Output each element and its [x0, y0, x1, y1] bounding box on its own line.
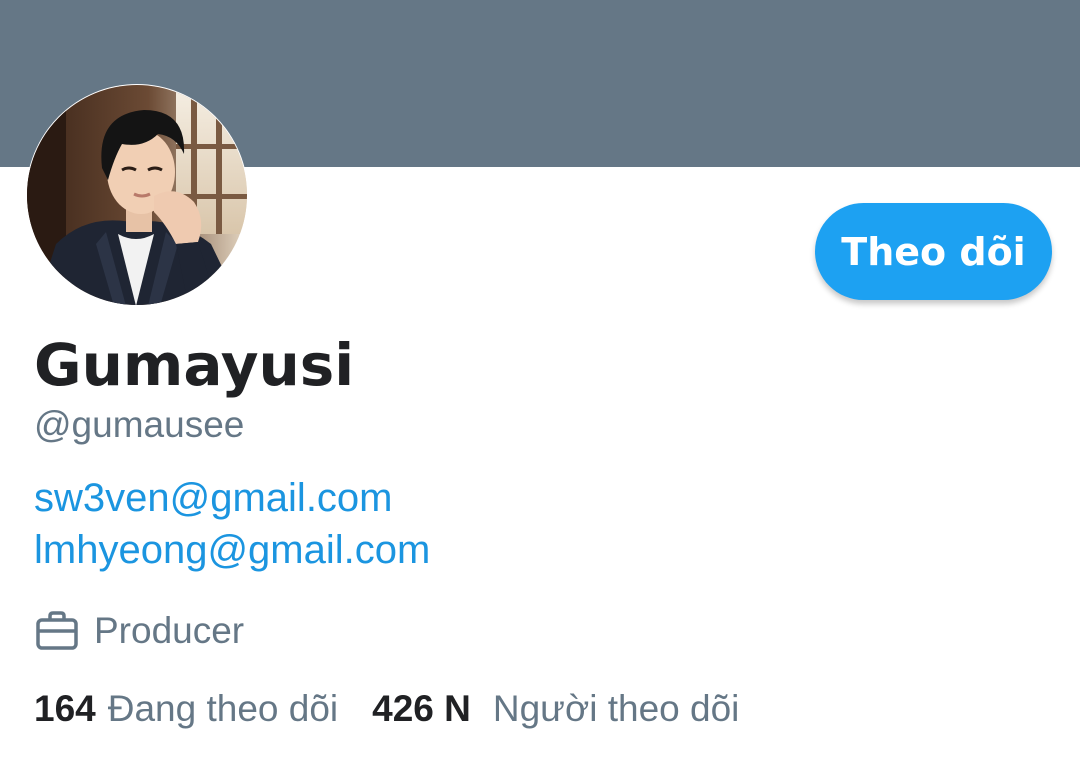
user-handle: @gumausee [34, 404, 245, 445]
following-count: 164 [34, 688, 96, 729]
bio-email-link-2[interactable]: lmhyeong@gmail.com [34, 524, 430, 576]
avatar-photo [27, 85, 247, 305]
profile-avatar[interactable] [26, 84, 248, 306]
display-name: Gumayusi [34, 331, 355, 399]
followers-label: Người theo dõi [492, 688, 740, 729]
occupation-row: Producer [34, 608, 244, 654]
profile-bio: sw3ven@gmail.com lmhyeong@gmail.com [34, 472, 430, 576]
occupation-label: Producer [94, 610, 245, 651]
followers-stat[interactable]: 426 N Người theo dõi [372, 688, 739, 730]
follow-stats: 164 Đang theo dõi 426 N Người theo dõi [34, 688, 739, 730]
briefcase-icon [34, 608, 80, 654]
following-stat[interactable]: 164 Đang theo dõi [34, 688, 338, 730]
follow-button[interactable]: Theo dõi [815, 203, 1052, 300]
followers-count: 426 N [372, 688, 471, 729]
bio-email-link-1[interactable]: sw3ven@gmail.com [34, 472, 430, 524]
following-label: Đang theo dõi [107, 688, 339, 729]
